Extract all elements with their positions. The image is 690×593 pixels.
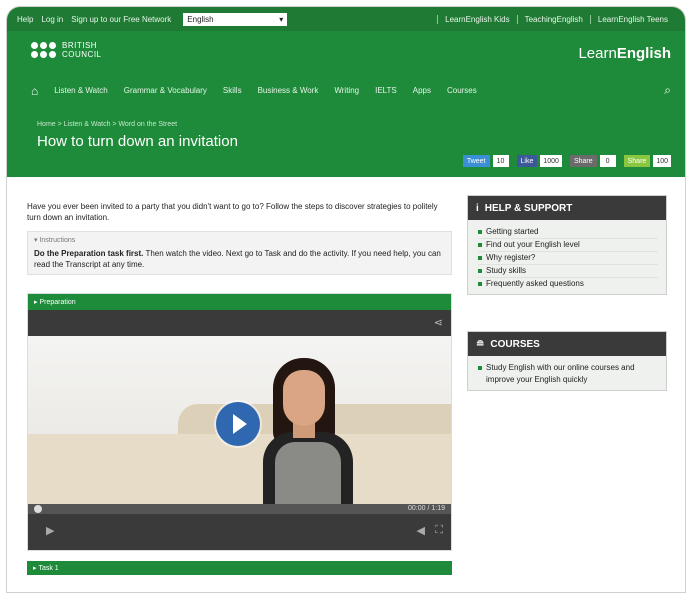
intro-text: Have you ever been invited to a party th… [27,202,438,222]
video-controls: ▶ ◀ ⛶ [28,514,451,550]
nav-item-grammar[interactable]: Grammar & Vocabulary [124,86,207,95]
logo-dots-icon [31,42,56,58]
video-player: ▸ Preparation ⋖ 00:00 / 1:19 ▶ ◀ ⛶ [27,293,452,551]
help-item[interactable]: Getting started [478,226,658,239]
help-support-heading: i HELP & SUPPORT [468,196,666,220]
share-buttons: Tweet 10 Like 1000 Share 0 Share 100 [462,155,671,167]
instructions-text: Do the Preparation task first. Then watc… [34,249,441,269]
breadcrumb[interactable]: Home > Listen & Watch > Word on the Stre… [37,121,177,128]
like-share[interactable]: Like 1000 [516,155,562,167]
logo-text: BRITISH COUNCIL [62,41,102,59]
help-item[interactable]: Study skills [478,265,658,278]
main-content: Have you ever been invited to a party th… [27,201,452,575]
help-item[interactable]: Find out your English level [478,239,658,252]
page-title: How to turn down an invitation [37,133,238,150]
courses-item[interactable]: Study English with our online courses an… [478,362,658,386]
tweet-button[interactable]: Tweet [462,155,490,167]
courses-list: Study English with our online courses an… [468,356,666,390]
login-link[interactable]: Log in [41,15,63,24]
site-name[interactable]: LearnEnglish [578,45,671,62]
home-icon[interactable]: ⌂ [31,84,38,98]
preparation-header[interactable]: ▸ Preparation [28,294,451,310]
share-green[interactable]: Share 100 [623,155,671,167]
graduation-cap-icon: ≘ [476,338,485,350]
british-council-logo[interactable]: BRITISH COUNCIL [31,41,102,59]
share-button[interactable]: Share [569,155,597,167]
share-green-count: 100 [653,155,671,167]
progress-knob[interactable] [34,505,42,513]
share-generic[interactable]: Share 0 [569,155,616,167]
teaching-link[interactable]: TeachingEnglish [516,14,590,24]
utility-links: Help Log in Sign up to our Free Network [17,15,171,24]
help-item[interactable]: Frequently asked questions [478,278,658,290]
tweet-count: 10 [492,155,509,167]
info-icon: i [476,202,479,214]
nav-item-writing[interactable]: Writing [334,86,359,95]
share-count: 0 [599,155,616,167]
share-green-button[interactable]: Share [623,155,651,167]
like-count: 1000 [540,155,562,167]
nav-item-ielts[interactable]: IELTS [375,86,397,95]
tweet-share[interactable]: Tweet 10 [462,155,509,167]
site-header: BRITISH COUNCIL LearnEnglish ⌂ Listen & … [7,31,685,177]
play-icon[interactable] [216,402,260,446]
language-select[interactable]: English ▾ [183,12,288,26]
help-link[interactable]: Help [17,15,33,24]
nav-item-skills[interactable]: Skills [223,86,242,95]
nav-item-listen[interactable]: Listen & Watch [54,86,108,95]
video-time: 00:00 / 1:19 [408,505,445,512]
signup-link[interactable]: Sign up to our Free Network [71,15,171,24]
sister-site-links: LearnEnglish Kids TeachingEnglish LearnE… [437,14,675,24]
video-progress-bar[interactable]: 00:00 / 1:19 [28,504,451,514]
chevron-down-icon: ▾ [279,14,284,24]
utility-bar: Help Log in Sign up to our Free Network … [7,7,685,31]
main-nav: ⌂ Listen & Watch Grammar & Vocabulary Sk… [31,83,671,98]
share-icon[interactable]: ⋖ [434,316,443,329]
nav-item-business[interactable]: Business & Work [258,86,319,95]
video-top-bar: ⋖ [28,310,451,336]
play-small-icon[interactable]: ▶ [46,524,54,537]
help-support-panel: i HELP & SUPPORT Getting started Find ou… [467,195,667,295]
like-button[interactable]: Like [516,155,538,167]
volume-icon[interactable]: ◀ [417,524,425,537]
language-value: English [187,14,214,24]
browser-frame: Help Log in Sign up to our Free Network … [6,6,686,593]
help-list: Getting started Find out your English le… [468,220,666,294]
teens-link[interactable]: LearnEnglish Teens [589,14,675,24]
kids-link[interactable]: LearnEnglish Kids [437,14,516,24]
sidebar: i HELP & SUPPORT Getting started Find ou… [467,195,667,427]
fullscreen-icon[interactable]: ⛶ [435,524,443,537]
nav-item-apps[interactable]: Apps [413,86,431,95]
video-frame[interactable] [28,336,451,504]
task-header[interactable]: ▸ Task 1 [27,561,452,575]
help-item[interactable]: Why register? [478,252,658,265]
courses-panel: ≘ COURSES Study English with our online … [467,331,667,391]
courses-heading: ≘ COURSES [468,332,666,356]
instructions-toggle[interactable]: ▾ Instructions [34,236,445,244]
nav-item-courses[interactable]: Courses [447,86,477,95]
search-icon[interactable]: ⌕ [664,83,671,98]
instructions-box: ▾ Instructions Do the Preparation task f… [27,231,452,275]
